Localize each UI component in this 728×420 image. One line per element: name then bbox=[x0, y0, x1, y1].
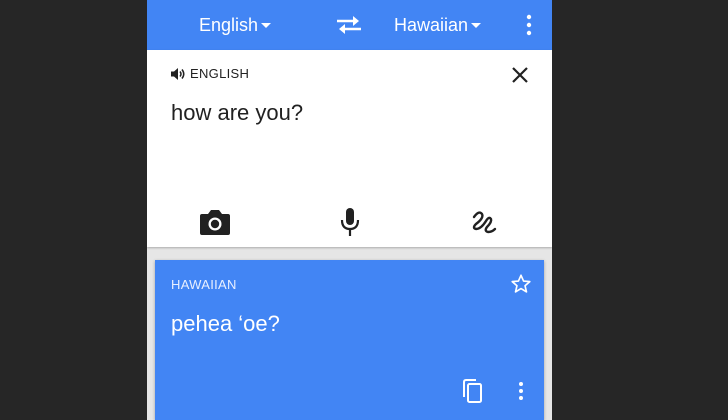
handwriting-icon[interactable] bbox=[470, 208, 498, 236]
translation-result-card[interactable]: HAWAIIAN pehea ‘oe? bbox=[155, 260, 544, 420]
star-outline-icon[interactable] bbox=[510, 273, 532, 295]
speaker-icon[interactable] bbox=[170, 67, 186, 81]
microphone-icon[interactable] bbox=[338, 207, 362, 237]
target-language-label: Hawaiian bbox=[394, 14, 469, 35]
camera-icon[interactable] bbox=[199, 208, 231, 236]
source-language-dropdown-icon bbox=[261, 23, 272, 28]
close-icon[interactable] bbox=[509, 64, 531, 86]
source-language-header: ENGLISH bbox=[170, 66, 249, 81]
result-more-vertical-icon[interactable] bbox=[510, 380, 532, 402]
translate-app: English Hawaiian ENGLISH how are you? HA… bbox=[147, 0, 552, 420]
target-language-dropdown-icon bbox=[471, 23, 482, 28]
language-toolbar: English Hawaiian bbox=[147, 0, 552, 50]
result-language-caption: HAWAIIAN bbox=[171, 277, 237, 292]
translated-text: pehea ‘oe? bbox=[171, 311, 280, 336]
target-language-selector[interactable]: Hawaiian bbox=[394, 0, 482, 50]
source-language-label: English bbox=[199, 14, 259, 35]
source-text-input[interactable]: how are you? bbox=[171, 100, 303, 126]
source-language-selector[interactable]: English bbox=[199, 0, 272, 50]
source-input-card: ENGLISH how are you? bbox=[147, 50, 552, 247]
copy-icon[interactable] bbox=[461, 379, 483, 403]
swap-arrows-icon[interactable] bbox=[335, 13, 363, 37]
source-language-caption: ENGLISH bbox=[190, 66, 250, 81]
more-vertical-icon[interactable] bbox=[517, 13, 541, 37]
